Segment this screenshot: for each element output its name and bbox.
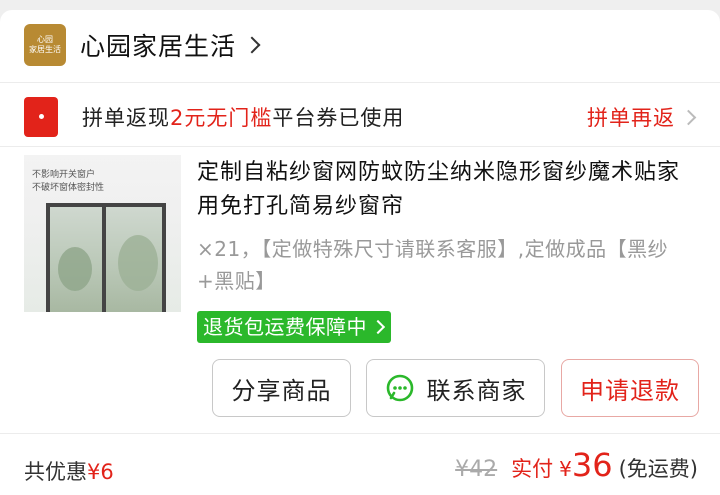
return-shipping-label: 退货包运费保障中 [203, 315, 367, 339]
coupon-icon [24, 97, 58, 137]
store-name[interactable]: 心园家居生活 [80, 27, 236, 63]
share-button-label: 分享商品 [231, 376, 332, 405]
coupon-prefix: 拼单返现 [82, 106, 170, 130]
price-summary: 共优惠¥6 ¥42 实付 ¥ 36 (免运费) [0, 434, 720, 495]
product-image[interactable]: 不影响开关窗户 不破坏窗体密封性 [24, 155, 181, 312]
discount-label: 共优惠 [24, 460, 87, 484]
store-logo-line2: 家居生活 [29, 45, 61, 54]
chat-icon [386, 374, 413, 402]
divider [0, 82, 720, 83]
chevron-right-icon [243, 36, 261, 54]
chevron-right-icon [680, 109, 697, 125]
refund-button[interactable]: 申请退款 [561, 359, 699, 417]
coupon-row: 拼单返现2元无门槛平台券已使用 拼单再返 [24, 96, 704, 138]
coupon-text: 拼单返现2元无门槛平台券已使用 [82, 102, 404, 132]
thumb-caption-2: 不破坏窗体密封性 [32, 183, 105, 193]
currency-symbol: ¥ [559, 457, 572, 481]
coupon-action-label: 拼单再返 [587, 106, 675, 130]
contact-seller-label: 联系商家 [426, 376, 527, 405]
product-title[interactable]: 定制自粘纱窗网防蚊防尘纳米隐形窗纱魔术贴家用免打孔简易纱窗帘 [197, 156, 697, 224]
contact-seller-button[interactable]: 联系商家 [366, 359, 545, 417]
paid-value: 36 [571, 446, 613, 484]
refund-button-label: 申请退款 [580, 376, 680, 405]
store-header[interactable]: 心园 家居生活 心园家居生活 [24, 22, 261, 68]
chevron-right-icon [370, 319, 386, 335]
paid-label: 实付 [511, 457, 554, 481]
coupon-highlight: 2元无门槛 [170, 106, 273, 130]
shipping-note: (免运费) [618, 457, 698, 481]
return-shipping-tag[interactable]: 退货包运费保障中 [197, 311, 391, 343]
divider [0, 146, 720, 147]
discount-summary: 共优惠¥6 [24, 456, 114, 486]
coupon-suffix: 平台券已使用 [272, 106, 405, 130]
window-mullion [102, 203, 106, 312]
top-strip [0, 0, 720, 10]
store-logo-line1: 心园 [37, 35, 53, 44]
product-spec: ×21，【定做特殊尺寸请联系客服】,定做成品【黑纱+黑贴】 [197, 237, 669, 293]
coupon-action-link[interactable]: 拼单再返 [587, 102, 697, 132]
plant-illustration [58, 247, 92, 291]
original-price: ¥42 [455, 457, 498, 482]
plant-illustration [118, 235, 158, 291]
share-button[interactable]: 分享商品 [212, 359, 351, 417]
payment-summary: ¥42 实付 ¥ 36 (免运费) [455, 446, 698, 484]
thumb-caption-1: 不影响开关窗户 [32, 170, 96, 180]
discount-value: ¥6 [87, 460, 114, 484]
store-logo: 心园 家居生活 [24, 24, 66, 66]
